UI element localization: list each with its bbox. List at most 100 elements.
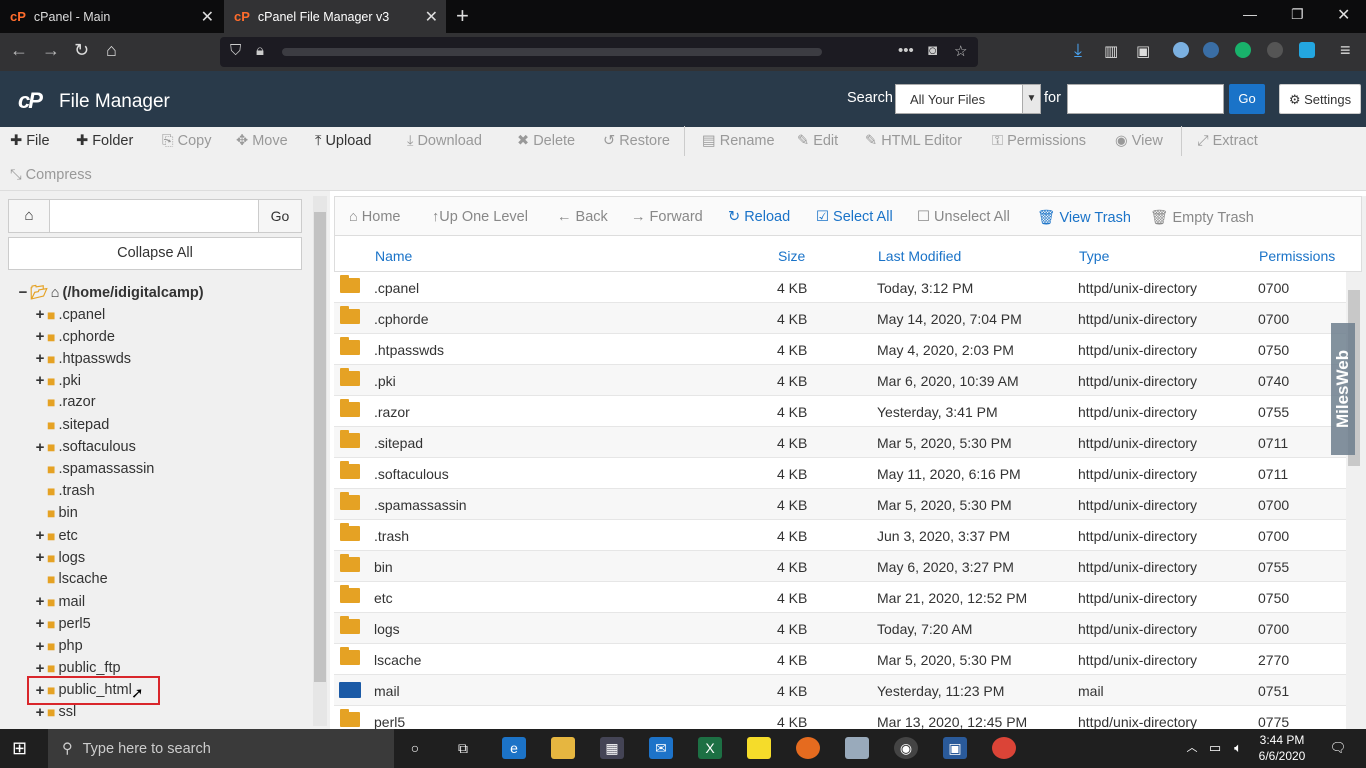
reload-icon[interactable]: ↻ (74, 40, 89, 61)
expand-icon[interactable]: + (34, 439, 46, 456)
column-type[interactable]: Type (1079, 248, 1109, 264)
table-row[interactable]: .sitepad 4 KB Mar 5, 2020, 5:30 PM httpd/un… (334, 427, 1346, 458)
path-go-button[interactable]: Go (258, 199, 302, 233)
chevron-up-icon[interactable]: ︿ (1180, 737, 1204, 759)
nav-forward-button[interactable]: → Forward (631, 209, 703, 225)
tree-item[interactable]: + ■ logs (34, 549, 85, 566)
search-go-button[interactable]: Go (1229, 84, 1265, 114)
tree-item[interactable]: + ■ ssl (34, 704, 77, 721)
tree-item[interactable]: + ■ .pki (34, 372, 81, 389)
nav-home-button[interactable]: ⌂ Home (349, 209, 400, 225)
permissions-button[interactable]: ⚿ Permissions (992, 133, 1086, 149)
home-button[interactable]: ⌂ (8, 199, 50, 233)
compress-button[interactable]: ⤡ Compress (10, 167, 92, 183)
nav-back-button[interactable]: ← Back (557, 209, 608, 225)
notepad-icon[interactable] (845, 737, 869, 759)
download-button[interactable]: ⤓ Download (407, 133, 482, 149)
cpanel-logo[interactable]: cP (18, 88, 43, 114)
column-name[interactable]: Name (375, 248, 412, 264)
search-scope-select[interactable]: All Your Files ▼ (895, 84, 1041, 114)
table-row[interactable]: .softaculous 4 KB May 11, 2020, 6:16 PM htt… (334, 458, 1346, 489)
close-icon[interactable]: ✕ (425, 7, 438, 27)
search-input[interactable] (1067, 84, 1224, 114)
tree-item[interactable]: + ■ perl5 (34, 615, 91, 632)
store-icon[interactable]: ▦ (600, 737, 624, 759)
edit-button[interactable]: ✎ Edit (797, 133, 838, 149)
expand-icon[interactable]: + (34, 593, 46, 610)
task-view-icon[interactable]: ⧉ (451, 737, 475, 759)
menu-icon[interactable]: ≡ (1340, 40, 1351, 61)
shield-icon[interactable]: ⛉ (230, 42, 241, 59)
pocket-icon[interactable]: ◙ (928, 42, 937, 59)
cortana-icon[interactable]: ○ (403, 737, 427, 759)
expand-icon[interactable]: + (34, 328, 46, 345)
address-bar[interactable]: ⛉ 🔒︎ ••• ◙ ☆ (220, 37, 978, 67)
table-row[interactable]: .pki 4 KB Mar 6, 2020, 10:39 AM httpd/unix-… (334, 365, 1346, 396)
upload-button[interactable]: ⤒ Upload (315, 133, 371, 149)
expand-icon[interactable]: + (34, 350, 46, 367)
extract-button[interactable]: ⤢ Extract (1197, 133, 1258, 149)
table-row[interactable]: .cpanel 4 KB Today, 3:12 PM httpd/unix-dire… (334, 272, 1346, 303)
column-last-modified[interactable]: Last Modified (878, 248, 961, 264)
tree-item[interactable]: ■ .trash (34, 483, 95, 499)
forward-arrow-icon[interactable]: → (42, 40, 60, 61)
excel-icon[interactable]: X (698, 737, 722, 759)
tab-file-manager[interactable]: cP cPanel File Manager v3 ✕ (224, 0, 446, 33)
path-input[interactable] (49, 199, 259, 233)
chrome-icon[interactable] (992, 737, 1016, 759)
select-all-button[interactable]: ☑ Select All (816, 209, 893, 225)
table-row[interactable]: etc 4 KB Mar 21, 2020, 12:52 PM httpd/unix-… (334, 582, 1346, 613)
copy-button[interactable]: ⎘ Copy (162, 133, 212, 149)
new-tab-icon[interactable]: + (456, 3, 469, 29)
column-size[interactable]: Size (778, 248, 805, 264)
scrollbar-thumb[interactable] (314, 212, 326, 682)
crop-icon[interactable] (1267, 42, 1283, 58)
expand-icon[interactable]: + (34, 549, 46, 566)
unselect-all-button[interactable]: ☐ Unselect All (917, 209, 1010, 225)
tab-cpanel-main[interactable]: cP cPanel - Main ✕ (0, 0, 222, 33)
empty-trash-button[interactable]: 🗑︎ Empty Trash (1150, 209, 1254, 226)
table-row[interactable]: .cphorde 4 KB May 14, 2020, 7:04 PM httpd/u… (334, 303, 1346, 334)
expand-icon[interactable]: + (34, 306, 46, 323)
close-icon[interactable]: ✕ (201, 7, 214, 27)
view-button[interactable]: ◉ View (1115, 133, 1163, 149)
tree-root[interactable]: − 📂︎ ⌂ (/home/idigitalcamp) (17, 284, 204, 301)
firefox-icon[interactable] (796, 737, 820, 759)
table-row[interactable]: bin 4 KB May 6, 2020, 3:27 PM httpd/unix-di… (334, 551, 1346, 582)
restore-button[interactable]: ↺ Restore (603, 133, 670, 149)
file-explorer-icon[interactable] (551, 737, 575, 759)
account-icon[interactable] (1173, 42, 1189, 58)
tree-item[interactable]: + ■ php (34, 638, 83, 655)
extension-icon[interactable] (1203, 42, 1219, 58)
network-icon[interactable]: ▭ (1203, 737, 1227, 759)
column-permissions[interactable]: Permissions (1259, 248, 1335, 264)
table-row[interactable]: .spamassassin 4 KB Mar 5, 2020, 5:30 PM htt… (334, 489, 1346, 520)
tree-item[interactable]: ■ lscache (34, 571, 108, 587)
edge-icon[interactable]: e (502, 737, 526, 759)
tree-item[interactable]: ■ .spamassassin (34, 461, 154, 477)
expand-icon[interactable]: + (34, 372, 46, 389)
notification-icon[interactable]: 🗨︎ (1326, 737, 1350, 759)
media-player-icon[interactable]: ◉ (894, 737, 918, 759)
restore-window-icon[interactable]: ❐ (1291, 6, 1304, 23)
tree-item[interactable]: ■ .sitepad (34, 417, 109, 433)
table-row[interactable]: lscache 4 KB Mar 5, 2020, 5:30 PM httpd/uni… (334, 644, 1346, 675)
collapse-icon[interactable]: − (17, 284, 29, 301)
new-folder-button[interactable]: ✚ Folder (76, 133, 133, 149)
download-icon[interactable]: ⤓ (1074, 40, 1082, 61)
collapse-all-button[interactable]: Collapse All (8, 237, 302, 270)
windows-start-icon[interactable]: ⊞ (12, 738, 27, 759)
system-clock[interactable]: 3:44 PM 6/6/2020 (1254, 732, 1310, 764)
screen-recorder-icon[interactable]: ▣ (943, 737, 967, 759)
minimize-icon[interactable]: — (1243, 6, 1257, 22)
lock-icon[interactable]: 🔒︎ (256, 42, 264, 59)
tree-item[interactable]: + ■ etc (34, 527, 78, 544)
table-row[interactable]: perl5 4 KB Mar 13, 2020, 12:45 PM httpd/uni… (334, 706, 1346, 729)
home-icon[interactable]: ⌂ (106, 40, 117, 61)
tree-item[interactable]: + ■ public_ftp (34, 660, 121, 677)
table-row[interactable]: .razor 4 KB Yesterday, 3:41 PM httpd/unix-d… (334, 396, 1346, 427)
taskbar-search[interactable]: ⚲ Type here to search (48, 729, 394, 768)
tree-item[interactable]: ■ bin (34, 505, 78, 521)
tree-item[interactable]: + ■ .htpasswds (34, 350, 131, 367)
screenshot-icon[interactable] (1299, 42, 1315, 58)
